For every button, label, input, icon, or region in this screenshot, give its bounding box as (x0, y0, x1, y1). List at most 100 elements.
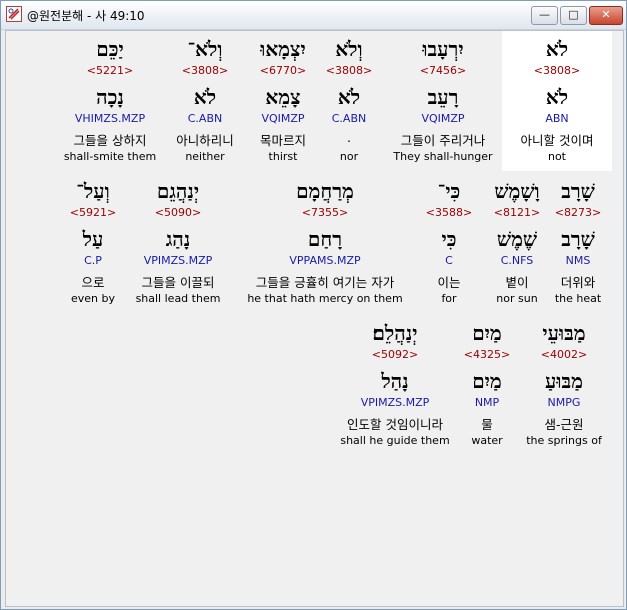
morphology-code: ABN (545, 112, 569, 125)
strong-number: <3808> (533, 64, 581, 77)
english-gloss: neither (185, 150, 225, 163)
strong-number: <5090> (154, 206, 202, 219)
lexical-form: מַבּוּעַ (545, 369, 583, 393)
english-gloss: thirst (268, 150, 298, 163)
korean-gloss: 그들을 이끌되 (141, 275, 215, 290)
morphology-code: NMP (474, 396, 500, 409)
hebrew-word: וְלֹא־ (187, 37, 223, 61)
app-logo-icon (6, 6, 22, 22)
strong-number: <6770> (259, 64, 307, 77)
word-cell[interactable]: יְנַהֲלֵם׃ <5092> נָהַל VPIMZS.MZP 인도할 것임이니라… (328, 315, 462, 455)
strong-number: <4002> (540, 348, 588, 361)
word-cell[interactable]: יִרְעָבוּ <7456> רָעֵב VQIMZP 그들이 주리거나 They s… (386, 31, 500, 171)
close-button[interactable]: ✕ (589, 6, 623, 25)
morphology-code: NMPG (547, 396, 581, 409)
lexical-form: לֹא (193, 85, 217, 109)
lexical-form: שֶׁמֶשׁ (496, 227, 538, 251)
hebrew-word: יִצְמָאוּ (260, 37, 306, 61)
korean-gloss: 그들을 긍휼히 여기는 자가 (255, 275, 395, 290)
word-cell[interactable]: כִּי־ <3588> כִּי C 이는 for (422, 173, 476, 313)
word-cell[interactable]: וָשָׁמֶשׁ <8121> שֶׁמֶשׁ C.NFS 볕이 nor sun (486, 173, 548, 313)
korean-gloss: 더위와 (560, 275, 596, 290)
english-gloss: They shall-hunger (393, 150, 493, 163)
korean-gloss: 인도할 것임이니라 (347, 417, 443, 432)
korean-gloss: 으로 (81, 275, 105, 290)
word-cell[interactable]: מַבּוּעֵי <4002> מַבּוּעַ NMPG 샘-근원 the sprin… (518, 315, 610, 455)
strong-number: <5921> (69, 206, 117, 219)
english-gloss: shall lead them (135, 292, 221, 305)
lexical-form: עַל (82, 227, 104, 251)
lexical-form: נָהַג (165, 227, 191, 251)
english-gloss: the heat (554, 292, 602, 305)
hebrew-word: מְרַחֲמָם (296, 179, 354, 203)
strong-number: <7456> (419, 64, 467, 77)
hebrew-word: שָׁרָב (561, 179, 595, 203)
strong-number: <4325> (463, 348, 511, 361)
korean-gloss: 아니할 것이며 (520, 133, 594, 148)
hebrew-word: מַיִם (472, 321, 502, 345)
hebrew-word: וְלֹא (335, 37, 363, 61)
word-cell[interactable]: וְלֹא <3808> לֹא C.ABN. nor (322, 31, 376, 171)
hebrew-word: וָשָׁמֶשׁ (494, 179, 540, 203)
word-cell[interactable]: וְעַל־ <5921> עַל C.P 으로 even by (62, 173, 124, 313)
morphology-code: C (445, 254, 453, 267)
korean-gloss: 그들이 주리거나 (400, 133, 486, 148)
english-gloss: for (441, 292, 457, 305)
morphology-code: NMS (565, 254, 591, 267)
english-gloss: shall-smite them (63, 150, 157, 163)
korean-gloss: 볕이 (505, 275, 529, 290)
word-cell[interactable]: מְרַחֲמָם <7355> רָחַם VPPAMS.MZP 그들을 긍휼히 여기… (232, 173, 418, 313)
hebrew-word: לֹא (545, 37, 569, 61)
lexical-form: רָעֵב (427, 85, 459, 109)
word-cell[interactable]: וְלֹא־ <3808> לֹא C.ABN 아니하리니 neither (164, 31, 246, 171)
strong-number: <3808> (325, 64, 373, 77)
word-cell[interactable]: יִצְמָאוּ <6770> צָמֵא VQIMZP 목마르지 thirst (248, 31, 318, 171)
maximize-button[interactable]: □ (560, 6, 587, 25)
strong-number: <3588> (425, 206, 473, 219)
strong-number: <8121> (493, 206, 541, 219)
hebrew-word: וְעַל־ (76, 179, 110, 203)
hebrew-word: יִרְעָבוּ (422, 37, 464, 61)
morphology-code: VPIMZS.MZP (143, 254, 213, 267)
english-gloss: nor (339, 150, 359, 163)
word-cell[interactable]: יְנַהֲגֵם <5090> נָהַג VPIMZS.MZP 그들을 이끌되 sha… (130, 173, 226, 313)
morphology-code: VQIMZP (421, 112, 465, 125)
title-bar[interactable]: @원전분해 - 사 49:10 — □ ✕ (1, 1, 626, 30)
minimize-button[interactable]: — (531, 6, 558, 25)
morphology-code: VQIMZP (261, 112, 305, 125)
english-gloss: he that hath mercy on them (247, 292, 403, 305)
hebrew-word: יַכֵּם (96, 37, 124, 61)
korean-gloss: 아니하리니 (176, 133, 234, 148)
lexical-form: לֹא (337, 85, 361, 109)
english-gloss: even by (70, 292, 115, 305)
hebrew-word: יְנַהֲגֵם (156, 179, 200, 203)
word-cell[interactable]: שָׁרָב <8273> שָׁרָב NMS 더위와 the heat (548, 173, 608, 313)
english-gloss: nor sun (496, 292, 538, 305)
lexical-form: נָכָה (96, 85, 124, 109)
hebrew-word: מַבּוּעֵי (542, 321, 586, 345)
english-gloss: the springs of (526, 434, 602, 447)
word-cell[interactable]: לֹא <3808> לֹא ABN 아니할 것이며 not (502, 31, 612, 171)
app-window: @원전분해 - 사 49:10 — □ ✕ לֹא <3808> לֹא ABN 아니할… (0, 0, 627, 610)
lexical-form: נָהַל (381, 369, 409, 393)
word-cell[interactable]: מַיִם <4325> מַיִם NMP 물 water (462, 315, 512, 455)
morphology-code: C.NFS (500, 254, 534, 267)
korean-gloss: 목마르지 (259, 133, 306, 148)
word-cell[interactable]: יַכֵּם <5221> נָכָה VHIMZS.MZP 그들을 상하지 shall-… (50, 31, 170, 171)
english-gloss: not (547, 150, 566, 163)
korean-gloss: 이는 (437, 275, 461, 290)
strong-number: <5221> (86, 64, 134, 77)
korean-gloss: 그들을 상하지 (73, 133, 147, 148)
morphology-code: C.P (84, 254, 102, 267)
hebrew-word: יְנַהֲלֵם׃ (372, 321, 418, 345)
strong-number: <3808> (181, 64, 229, 77)
morphology-code: VPIMZS.MZP (360, 396, 430, 409)
morphology-code: C.ABN (331, 112, 367, 125)
lexical-form: שָׁרָב (561, 227, 595, 251)
strong-number: <8273> (554, 206, 602, 219)
lexical-form: מַיִם (472, 369, 502, 393)
english-gloss: water (471, 434, 503, 447)
word-analysis-panel: לֹא <3808> לֹא ABN 아니할 것이며 not יִרְעָבוּ <7456>… (5, 30, 624, 607)
hebrew-word: כִּי־ (437, 179, 461, 203)
lexical-form: כִּי (441, 227, 457, 251)
